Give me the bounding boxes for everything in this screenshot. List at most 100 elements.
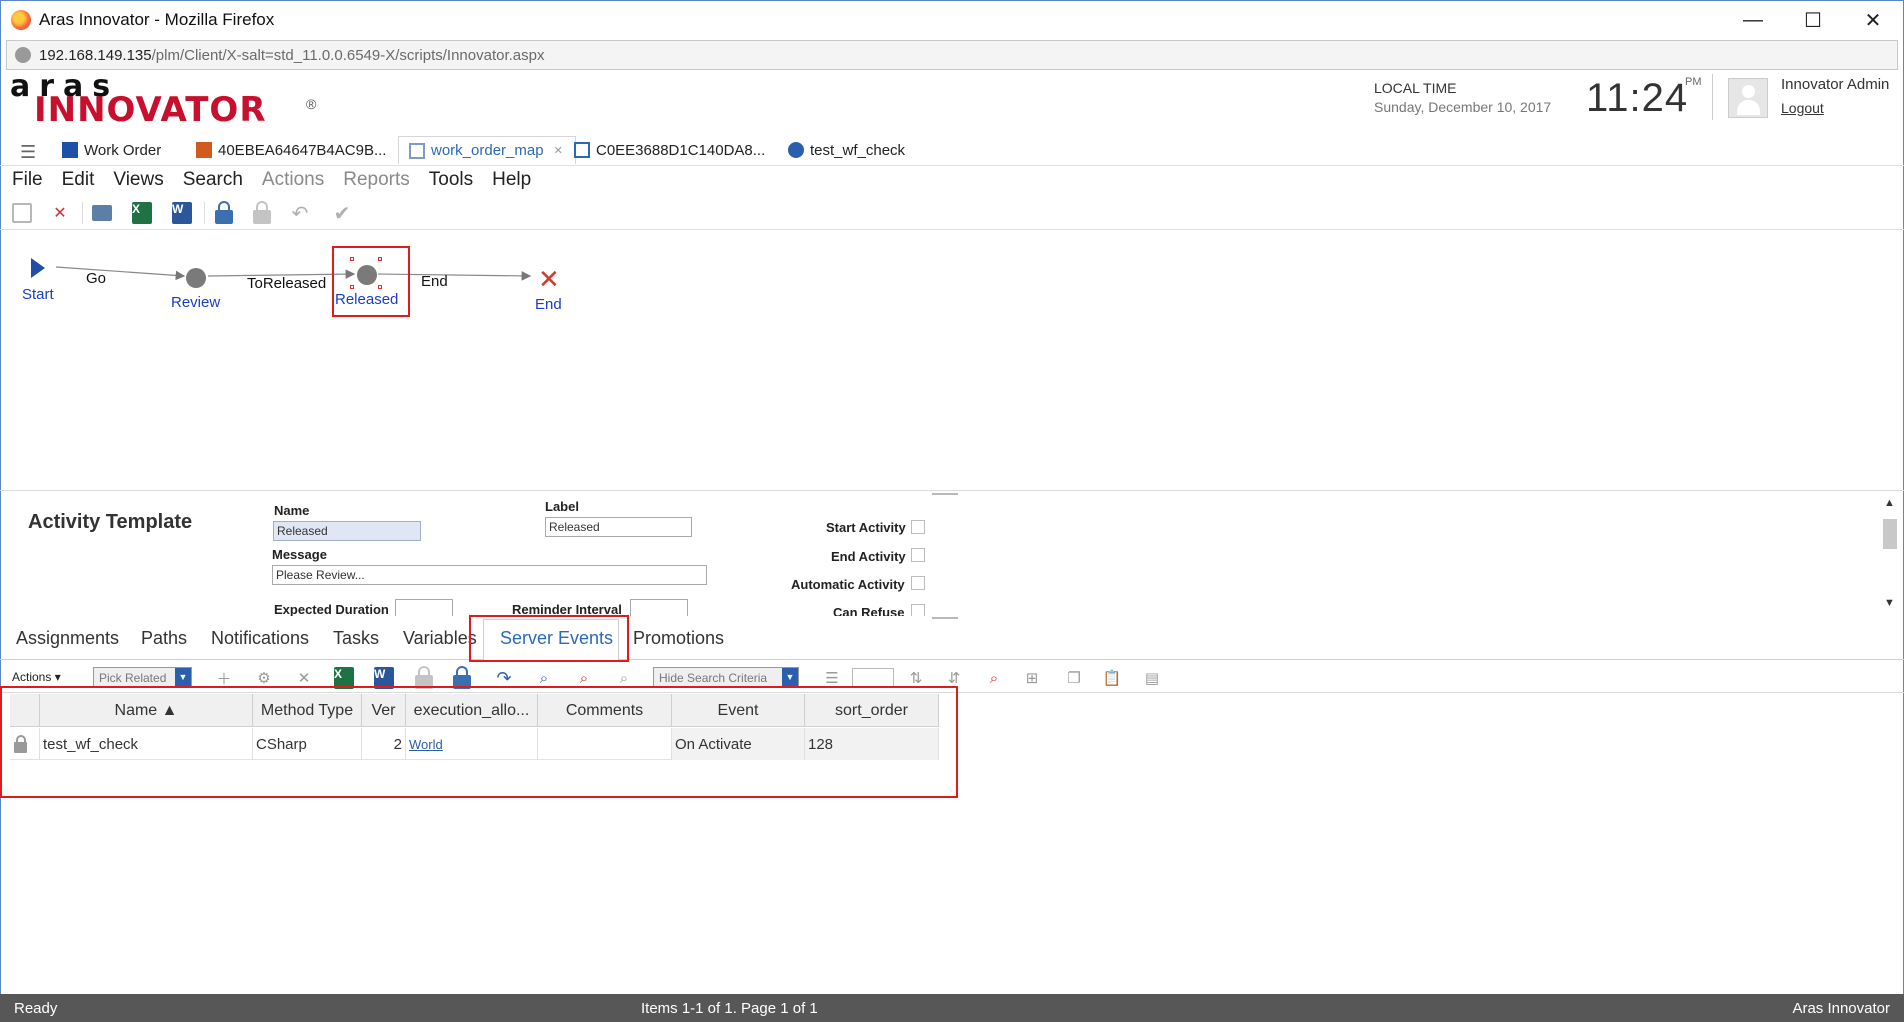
lock-button[interactable] [212, 201, 236, 225]
window-controls: — ☐ ✕ [1723, 1, 1903, 39]
menu-actions[interactable]: Actions [262, 169, 324, 191]
automatic-activity-label: Automatic Activity [791, 577, 905, 592]
menu-file[interactable]: File [12, 169, 43, 191]
excel-export-button[interactable]: X [334, 667, 354, 689]
word-export-button[interactable]: W [374, 667, 394, 689]
page-size-field[interactable] [852, 668, 894, 688]
close-window-button[interactable]: ✕ [1843, 1, 1903, 39]
menu-search[interactable]: Search [183, 169, 243, 191]
url-bar[interactable]: 192.168.149.135/plm/Client/X-salt=std_11… [6, 40, 1898, 70]
clear-search-icon[interactable]: ⌕ [574, 668, 594, 688]
sort-descending-icon[interactable]: ⇵ [944, 668, 964, 688]
path-end-label[interactable]: End [421, 273, 448, 290]
itemtype-icon [62, 142, 78, 158]
tab-variables[interactable]: Variables [403, 628, 477, 649]
menu-tools[interactable]: Tools [429, 169, 473, 191]
pick-related-select[interactable]: Pick Related ▼ [93, 667, 192, 687]
window-titlebar: Aras Innovator - Mozilla Firefox — ☐ ✕ [0, 0, 1904, 38]
message-field[interactable] [272, 565, 707, 585]
undo-button[interactable]: ↶ [288, 201, 312, 225]
done-button[interactable]: ✔ [330, 201, 354, 225]
tab-test-wf-check[interactable]: test_wf_check [788, 136, 905, 164]
delete-relationship-button[interactable]: ✕ [294, 668, 314, 688]
scroll-up-icon[interactable]: ▲ [1884, 497, 1895, 509]
lock-relationship-button[interactable] [414, 666, 434, 689]
hamburger-menu-icon[interactable]: ☰ [20, 142, 36, 163]
delete-icon: ✕ [53, 205, 67, 222]
status-ready: Ready [14, 1000, 58, 1017]
actions-dropdown[interactable]: Actions ▾ [12, 670, 61, 684]
node-review-label[interactable]: Review [171, 294, 220, 311]
scroll-down-icon[interactable]: ▼ [1884, 597, 1895, 609]
logout-link[interactable]: Logout [1781, 100, 1824, 116]
lock-icon [215, 201, 233, 224]
copy-icon[interactable]: ❐ [1064, 668, 1084, 688]
tab-promotions[interactable]: Promotions [633, 628, 724, 649]
unlock-button[interactable] [250, 201, 274, 225]
pick-replace-button[interactable]: ⚙ [254, 668, 274, 688]
end-node-icon[interactable]: ✕ [538, 266, 560, 292]
menu-edit[interactable]: Edit [62, 169, 95, 191]
start-activity-label: Start Activity [826, 520, 906, 535]
start-node-icon[interactable] [31, 258, 45, 278]
close-icon[interactable]: ✕ [554, 144, 563, 157]
tab-work-order-item[interactable]: 40EBEA64647B4AC9B... [196, 136, 386, 164]
tab-notifications[interactable]: Notifications [211, 628, 309, 649]
menu-help[interactable]: Help [492, 169, 531, 191]
automatic-activity-checkbox[interactable] [911, 576, 925, 590]
path-toreleased-label[interactable]: ToReleased [247, 275, 326, 292]
main-toolbar: ✕ X W ↶ ✔ [0, 196, 1904, 230]
tab-work-order-map[interactable]: work_order_map ✕ [398, 136, 576, 164]
globe-icon [15, 47, 31, 63]
workflow-map-canvas[interactable]: Start Go Review ToReleased Released End … [0, 232, 1904, 490]
aras-innovator-logo: aras INNOVATOR ® [10, 72, 330, 129]
activity-icon [574, 142, 590, 158]
menu-reports[interactable]: Reports [343, 169, 410, 191]
expected-duration-field[interactable] [395, 599, 453, 616]
saved-search-icon[interactable]: ⌕ [614, 668, 634, 688]
tab-assignments[interactable]: Assignments [16, 628, 119, 649]
path-go-label[interactable]: Go [86, 270, 106, 287]
find-in-grid-icon[interactable]: ⌕ [984, 668, 1004, 688]
node-end-label[interactable]: End [535, 296, 562, 313]
start-activity-checkbox[interactable] [911, 520, 925, 534]
pick-related-label: Pick Related [99, 671, 167, 685]
unlock-relationship-button[interactable] [452, 666, 472, 689]
sort-ascending-icon[interactable]: ⇅ [906, 668, 926, 688]
end-activity-checkbox[interactable] [911, 548, 925, 562]
details-icon[interactable]: ▤ [1142, 668, 1162, 688]
label-field[interactable] [545, 517, 692, 537]
paste-icon[interactable]: 📋 [1102, 668, 1122, 688]
form-scrollbar[interactable]: ▲ ▼ [1880, 497, 1900, 613]
scroll-thumb[interactable] [1883, 519, 1897, 549]
hide-search-criteria-select[interactable]: Hide Search Criteria ▼ [653, 667, 799, 687]
print-button[interactable] [90, 201, 114, 225]
list-view-icon[interactable]: ☰ [822, 668, 842, 688]
save-button[interactable] [10, 201, 34, 225]
toolbar-separator [82, 202, 83, 224]
new-relationship-button[interactable]: ＋ [214, 668, 234, 688]
path-go-line[interactable] [55, 266, 186, 281]
tab-c0ee-item[interactable]: C0EE3688D1C140DA8... [574, 136, 765, 164]
name-label: Name [274, 503, 310, 518]
add-column-icon[interactable]: ⊞ [1022, 668, 1042, 688]
search-icon[interactable]: ⌕ [534, 668, 554, 688]
tab-work-order[interactable]: Work Order [62, 136, 161, 164]
avatar[interactable] [1728, 78, 1768, 118]
minimize-button[interactable]: — [1723, 1, 1783, 39]
delete-button[interactable]: ✕ [48, 201, 72, 225]
refresh-button[interactable]: ↷ [494, 668, 514, 688]
export-word-button[interactable]: W [170, 201, 194, 225]
menu-views[interactable]: Views [113, 169, 163, 191]
tab-paths[interactable]: Paths [141, 628, 187, 649]
maximize-button[interactable]: ☐ [1783, 1, 1843, 39]
review-node-icon[interactable] [186, 268, 206, 288]
node-start-label[interactable]: Start [22, 286, 54, 303]
reminder-interval-field[interactable] [630, 599, 688, 616]
tab-tasks[interactable]: Tasks [333, 628, 379, 649]
name-field[interactable] [273, 521, 421, 541]
export-excel-button[interactable]: X [130, 201, 154, 225]
actions-label: Actions [12, 670, 52, 684]
check-icon: ✔ [333, 202, 351, 225]
can-refuse-checkbox[interactable] [911, 604, 925, 616]
